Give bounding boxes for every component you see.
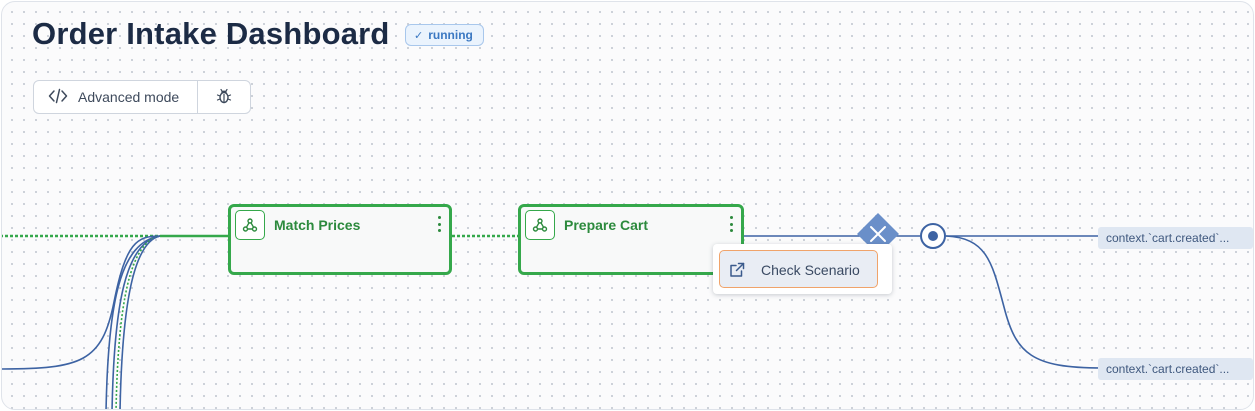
check-scenario-label: Check Scenario — [761, 262, 860, 278]
kebab-menu-icon[interactable] — [727, 216, 735, 232]
check-scenario-menu-item[interactable]: Check Scenario — [719, 250, 878, 288]
output-tag[interactable]: context.`cart.created`... — [1098, 358, 1253, 380]
edge-down-1 — [105, 235, 161, 409]
node-label: Prepare Cart — [564, 217, 649, 233]
node-match-prices[interactable]: Match Prices — [228, 204, 452, 275]
node-label: Match Prices — [274, 217, 361, 233]
kebab-menu-icon[interactable] — [435, 216, 443, 232]
edge-down-3 — [119, 235, 161, 409]
node-context-menu: Check Scenario — [713, 244, 892, 294]
workflow-canvas[interactable]: Order Intake Dashboard ✓ running Advance… — [1, 1, 1254, 410]
output-tag[interactable]: context.`cart.created`... — [1098, 227, 1253, 249]
external-link-icon — [729, 262, 745, 283]
edge-merge-to-output-2 — [945, 235, 1103, 369]
webhook-icon — [235, 210, 265, 240]
node-prepare-cart[interactable]: Prepare Cart — [518, 204, 744, 275]
merge-point[interactable] — [920, 223, 946, 249]
webhook-icon — [525, 210, 555, 240]
edge-lower-left — [2, 235, 161, 370]
edge-down-2 — [111, 235, 161, 409]
